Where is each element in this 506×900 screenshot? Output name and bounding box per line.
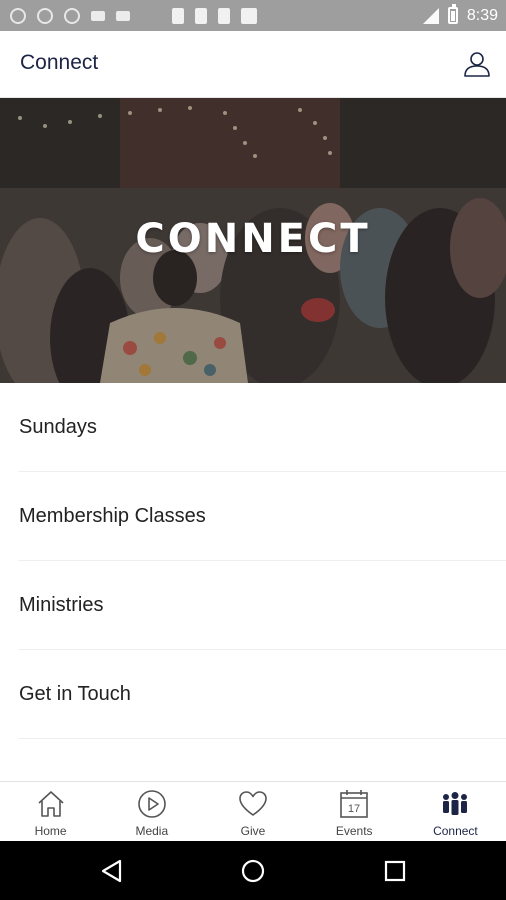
menu-item-label: Get in Touch [19, 682, 131, 705]
menu-item-membership-classes[interactable]: Membership Classes [19, 472, 506, 561]
tab-label: Home [34, 824, 67, 838]
menu-item-ministries[interactable]: Ministries [19, 561, 506, 650]
connect-menu-list: Sundays Membership Classes Ministries Ge… [0, 383, 506, 739]
calendar-icon: 17 [340, 790, 369, 818]
tab-connect[interactable]: Connect [405, 782, 506, 841]
notification-icon [10, 7, 26, 24]
tab-home[interactable]: Home [0, 782, 101, 841]
back-triangle-icon [101, 859, 122, 883]
people-icon [443, 792, 468, 815]
system-nav-bar [0, 841, 506, 900]
user-icon [464, 52, 490, 77]
hero-title: CONNECT [135, 216, 371, 262]
play-icon [137, 790, 166, 818]
page-title: Connect [20, 51, 99, 74]
tab-media[interactable]: Media [101, 782, 202, 841]
notification-icon [91, 10, 105, 21]
calendar-day: 17 [348, 803, 360, 815]
tab-label: Connect [433, 824, 478, 838]
hero-banner: CONNECT [0, 98, 506, 383]
notification-icon [64, 7, 80, 24]
tab-give[interactable]: Give [202, 782, 303, 841]
menu-item-label: Membership Classes [19, 504, 206, 527]
recents-square-icon [384, 860, 406, 882]
battery-icon [447, 4, 458, 24]
menu-item-label: Sundays [19, 415, 97, 438]
menu-item-get-in-touch[interactable]: Get in Touch [19, 650, 506, 739]
bottom-tab-bar: Home Media Give 17 Events Connect [0, 781, 506, 841]
menu-item-label: Ministries [19, 593, 104, 616]
tab-events[interactable]: 17 Events [304, 782, 405, 841]
notification-icons [10, 0, 257, 31]
tab-label: Events [335, 824, 373, 838]
profile-button[interactable] [462, 49, 492, 79]
status-time: 8:39 [466, 6, 498, 24]
tab-label: Media [135, 824, 169, 838]
signal-icon [422, 7, 439, 24]
n-icon [241, 7, 257, 24]
notification-icon [116, 10, 130, 21]
recents-button[interactable] [379, 855, 411, 887]
tab-label: Give [240, 824, 266, 838]
app-header: Connect [0, 31, 506, 98]
back-button[interactable] [96, 855, 128, 887]
sd-card-icon [218, 7, 230, 24]
home-circle-icon [241, 859, 265, 883]
heart-icon [239, 791, 267, 816]
home-nav-button[interactable] [237, 855, 269, 887]
sim-icon [195, 7, 207, 24]
home-icon [38, 791, 64, 817]
menu-item-sundays[interactable]: Sundays [19, 383, 506, 472]
sim-icon [172, 7, 184, 24]
notification-icon [37, 7, 53, 24]
status-bar: 8:39 [0, 0, 506, 31]
